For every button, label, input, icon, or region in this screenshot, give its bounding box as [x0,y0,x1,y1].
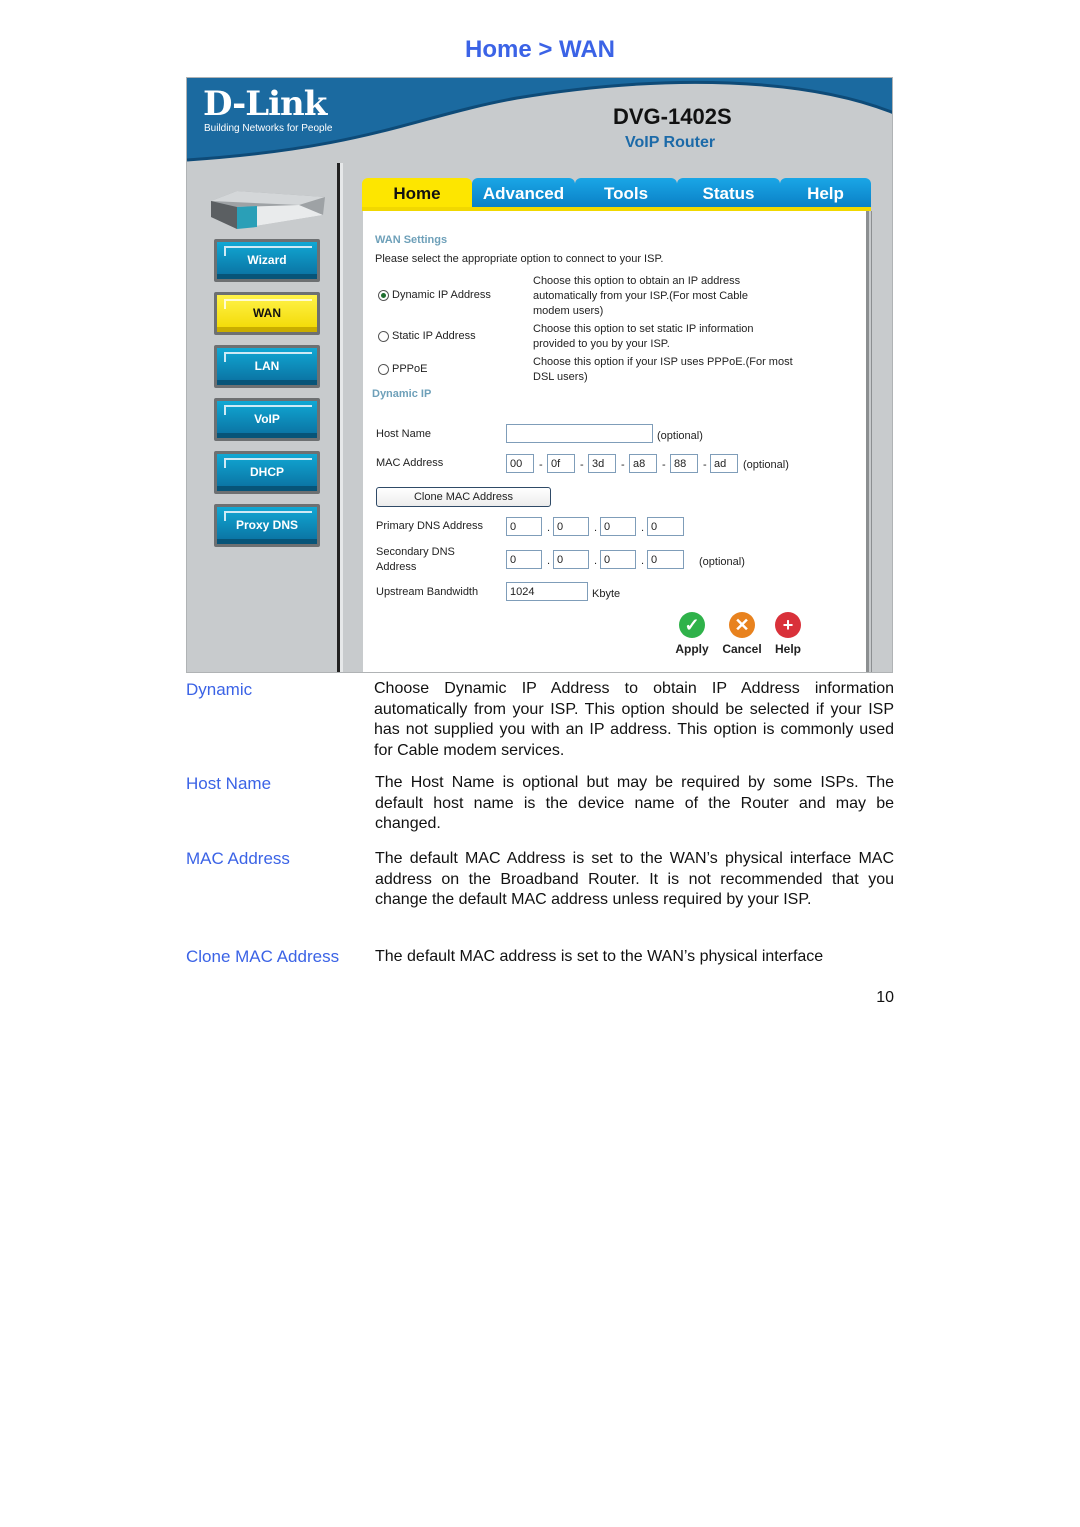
upstream-bandwidth-label: Upstream Bandwidth [376,586,479,598]
check-icon: ✓ [679,612,705,638]
radio-button[interactable] [378,330,389,342]
product-name: VoIP Router [625,134,716,151]
term-clone-mac-address: Clone MAC Address [186,947,340,966]
logo-tagline: Building Networks for People [204,123,333,134]
tab-status[interactable]: Status [677,178,780,208]
mac-octet-6[interactable] [710,454,738,473]
secondary-dns-octet-4[interactable] [647,550,684,569]
tab-home[interactable]: Home [362,178,472,208]
dlink-logo: D-Link [203,84,327,124]
cancel-label: Cancel [722,642,762,656]
mac-octet-1[interactable] [506,454,534,473]
secondary-dns-octet-2[interactable] [553,550,589,569]
primary-dns-octet-1[interactable] [506,517,542,536]
optional-note: (optional) [699,556,745,568]
mac-octet-5[interactable] [670,454,698,473]
nav-proxy-dns-button[interactable]: Proxy DNS [214,504,320,547]
option-description: Choose this option if your ISP uses PPPo… [533,356,793,383]
page-title: Home > WAN [464,36,616,63]
nav-dhcp-button[interactable]: DHCP [214,451,320,494]
radio-pppoe[interactable]: PPPoE [378,363,427,375]
primary-dns-octet-2[interactable] [553,517,589,536]
wan-settings-intro: Please select the appropriate option to … [375,253,664,265]
secondary-dns-label: Secondary DNS Address [376,546,455,573]
tab-advanced[interactable]: Advanced [472,178,575,208]
secondary-dns-octet-1[interactable] [506,550,542,569]
x-icon: ✕ [729,612,755,638]
radio-dynamic-ip[interactable]: Dynamic IP Address [378,289,491,301]
router-device-icon [211,191,325,229]
host-name-input[interactable] [506,424,653,443]
term-mac-address: MAC Address [186,849,290,868]
tab-help[interactable]: Help [780,178,871,208]
optional-note: (optional) [657,430,703,442]
radio-label: PPPoE [392,363,428,375]
upstream-bandwidth-input[interactable] [506,582,588,601]
option-description: Choose this option to set static IP info… [533,323,754,350]
secondary-dns-octet-3[interactable] [600,550,636,569]
term-host-name: Host Name [186,774,272,793]
plus-icon: + [775,612,801,638]
radio-button[interactable] [378,363,389,375]
dynamic-ip-heading: Dynamic IP [372,388,432,400]
nav-voip-button[interactable]: VoIP [214,398,320,441]
clone-mac-address-button[interactable]: Clone MAC Address [376,487,551,507]
page-number: 10 [876,989,894,1006]
apply-button[interactable]: ✓ Apply [670,612,714,656]
radio-button-selected[interactable] [378,289,389,301]
bandwidth-unit: Kbyte [592,588,621,600]
optional-note: (optional) [743,459,789,471]
option-description: Choose this option to obtain an IP addre… [533,275,748,317]
primary-dns-octet-4[interactable] [647,517,684,536]
mac-octet-3[interactable] [588,454,616,473]
nav-lan-button[interactable]: LAN [214,345,320,388]
mac-octet-2[interactable] [547,454,575,473]
primary-dns-octet-3[interactable] [600,517,636,536]
router-header: D-Link Building Networks for People DVG-… [187,78,892,163]
definition-clone-mac-address: The default MAC address is set to the WA… [375,948,824,965]
term-dynamic: Dynamic [186,680,253,699]
router-screenshot: D-Link Building Networks for People DVG-… [186,77,893,673]
help-label: Help [774,642,801,656]
mac-octet-4[interactable] [629,454,657,473]
help-button[interactable]: + Help [766,612,810,656]
model-name: DVG-1402S [613,104,732,129]
radio-label: Dynamic IP Address [392,289,491,301]
radio-static-ip[interactable]: Static IP Address [378,330,476,342]
cancel-button[interactable]: ✕ Cancel [720,612,764,656]
definition-dynamic: Choose Dynamic IP Address to obtain IP A… [374,680,894,760]
apply-label: Apply [675,642,709,656]
definition-mac-address: The default MAC Address is set to the WA… [375,850,894,909]
wan-settings-heading: WAN Settings [375,234,448,246]
primary-dns-label: Primary DNS Address [376,520,483,532]
nav-wan-button[interactable]: WAN [214,292,320,335]
host-name-label: Host Name [376,428,432,440]
radio-label: Static IP Address [392,330,476,342]
tab-tools[interactable]: Tools [575,178,677,208]
definition-host-name: The Host Name is optional but may be req… [375,774,894,833]
mac-address-label: MAC Address [376,457,444,469]
nav-wizard-button[interactable]: Wizard [214,239,320,282]
